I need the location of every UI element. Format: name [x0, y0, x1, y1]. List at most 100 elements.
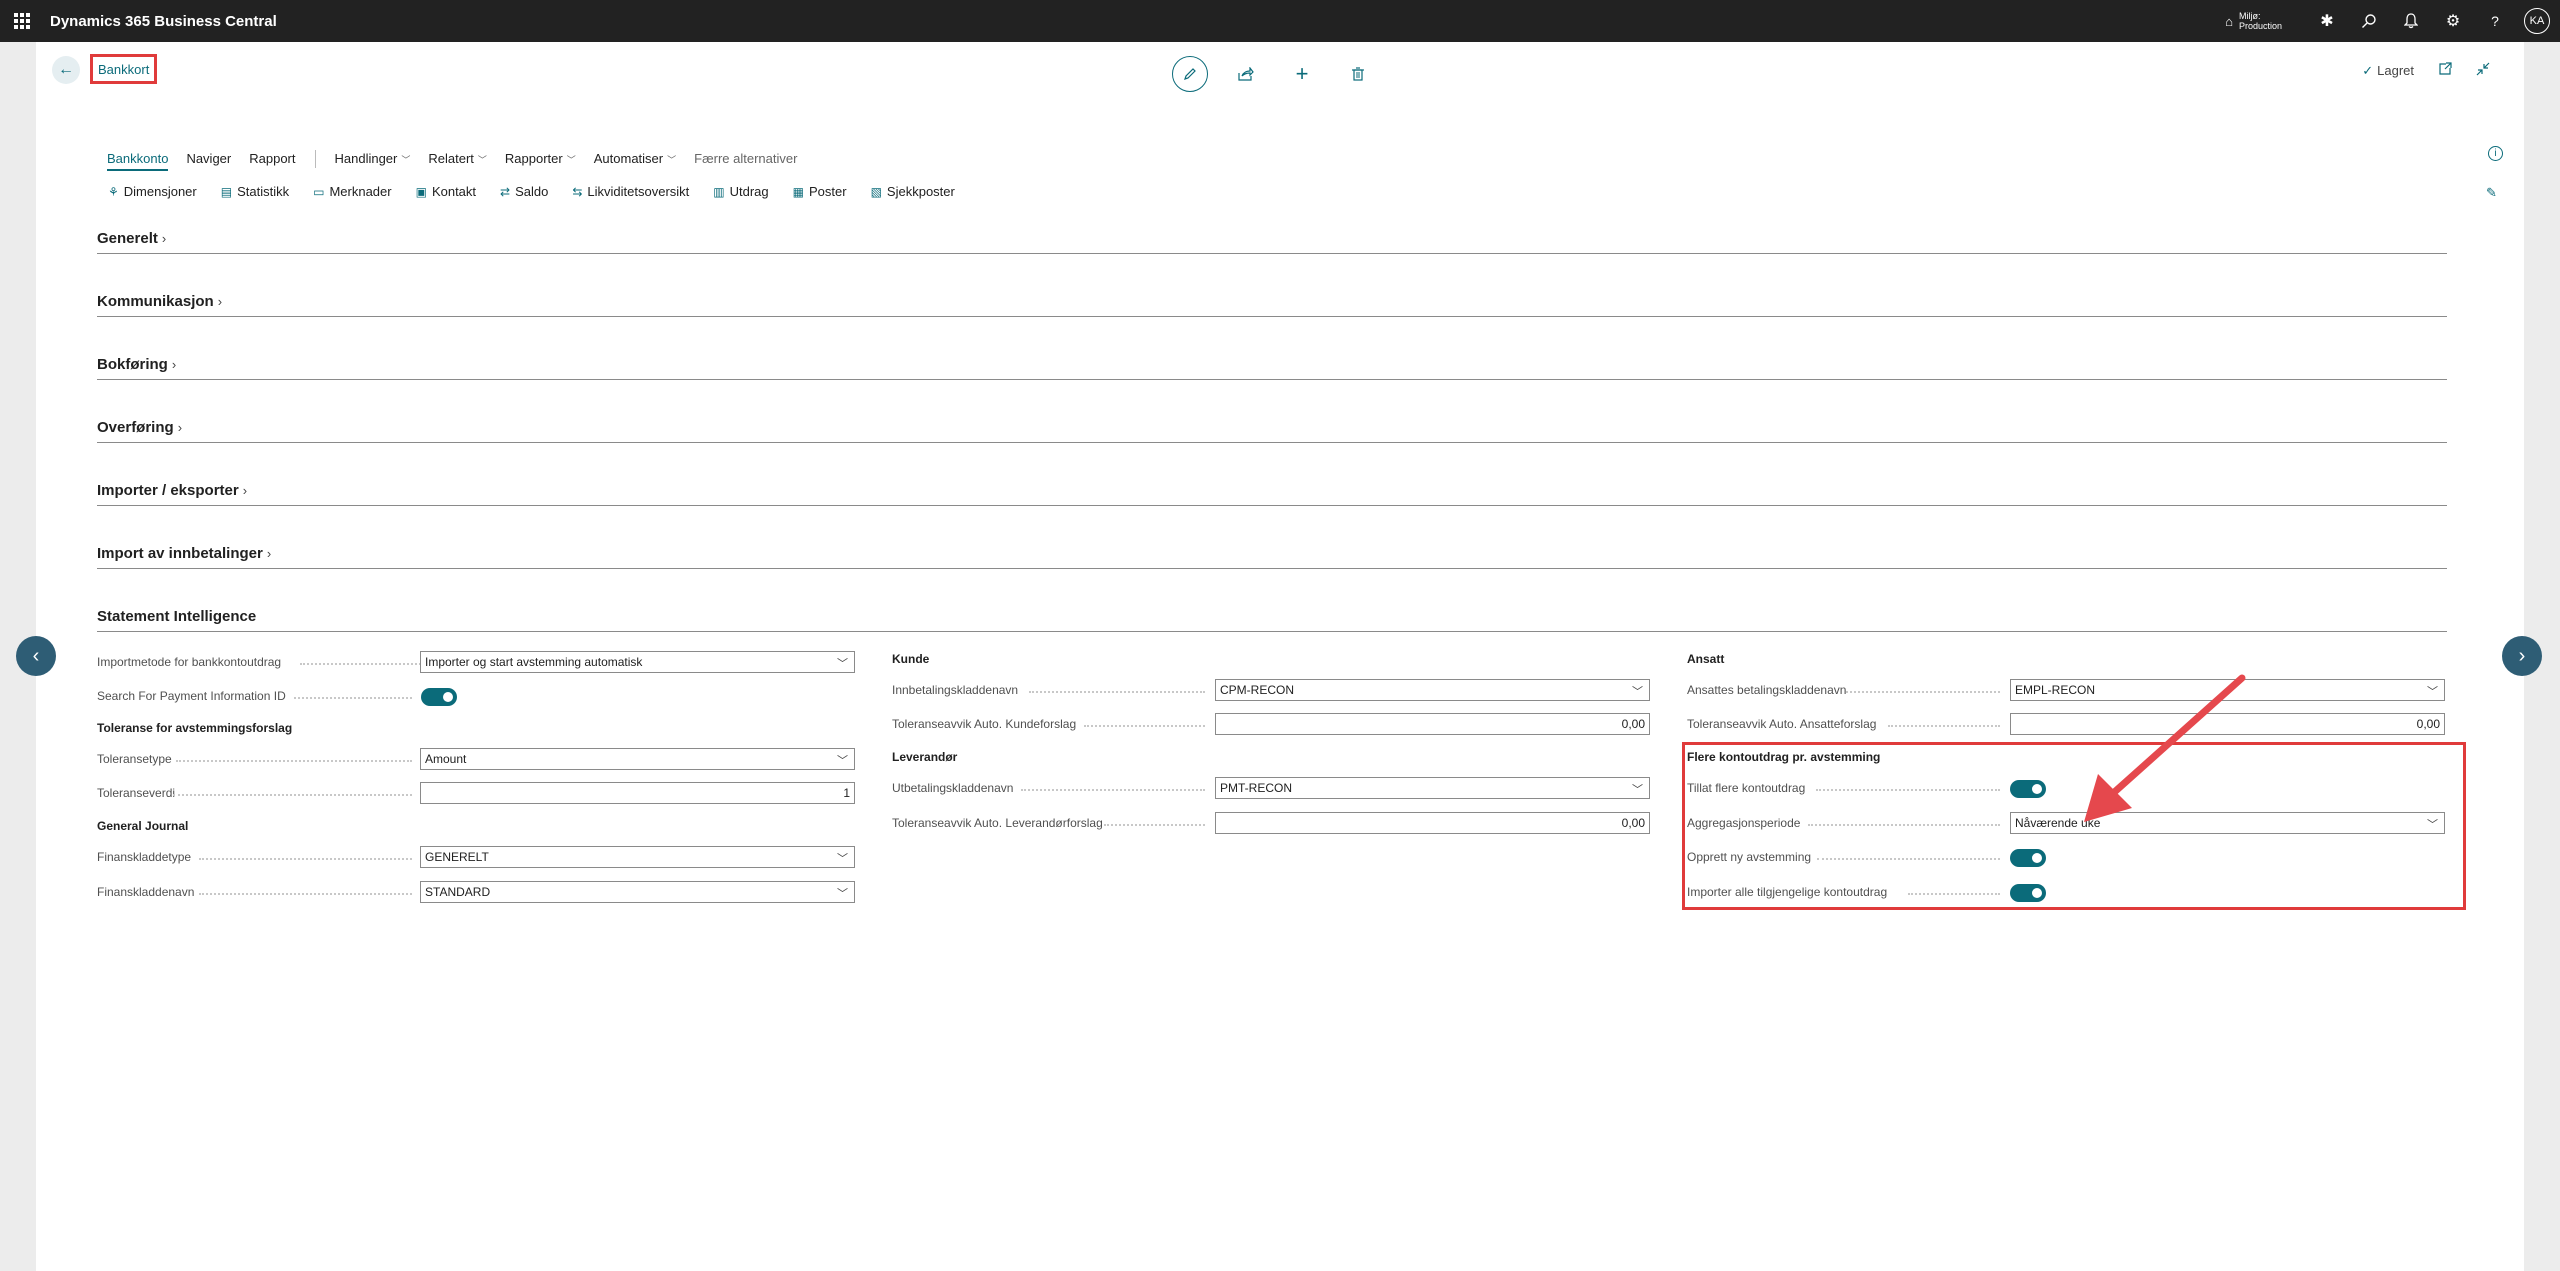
- kontakt-button[interactable]: ▣ Kontakt: [416, 184, 476, 199]
- toleransetype-value: Amount: [425, 752, 467, 766]
- page-panel: ← Bankkort + ✓ Lagret Bankkonto Naviger …: [36, 42, 2524, 1271]
- previous-record-button[interactable]: ‹: [16, 636, 56, 676]
- chevron-down-icon: ﹀: [477, 155, 487, 165]
- environment-label: Miljø:: [2238, 11, 2261, 21]
- search-payment-toggle[interactable]: [421, 688, 457, 706]
- liquidity-icon: ⇆: [572, 184, 583, 199]
- settings-gear-icon[interactable]: ⚙: [2432, 0, 2474, 42]
- user-avatar[interactable]: KA: [2524, 8, 2550, 34]
- collapse-icon[interactable]: [2476, 62, 2490, 79]
- delete-trash-icon[interactable]: [1340, 56, 1376, 92]
- fasttab-bokforing[interactable]: Bokføring ›: [97, 348, 2447, 380]
- finanskladdetype-select[interactable]: GENERELT ﹀: [420, 846, 855, 868]
- environment-icon: ⌂: [2225, 13, 2233, 29]
- leader-dots: [1846, 691, 2000, 693]
- dimensjoner-button[interactable]: ⚘ Dimensjoner: [108, 184, 197, 199]
- fasttab-importer-eksporter[interactable]: Importer / eksporter ›: [97, 474, 2447, 506]
- tab-handlinger[interactable]: Handlinger ﹀: [334, 151, 410, 166]
- environment-indicator[interactable]: ⌂ Miljø: Production: [2225, 11, 2282, 31]
- tab-bankkonto[interactable]: Bankkonto: [107, 151, 169, 171]
- add-new-icon[interactable]: +: [1284, 56, 1320, 92]
- back-arrow-icon[interactable]: ←: [52, 56, 80, 84]
- leader-dots: [1888, 725, 2000, 727]
- fasttab-import-innbetalinger-title: Import av innbetalinger: [97, 545, 263, 562]
- merknader-button[interactable]: ▭ Merknader: [313, 184, 391, 199]
- merknader-label: Merknader: [329, 184, 392, 199]
- tab-automatiser[interactable]: Automatiser ﹀: [594, 151, 676, 166]
- toleransetype-select[interactable]: Amount ﹀: [420, 748, 855, 770]
- toleranseverdi-input[interactable]: 1: [420, 782, 855, 804]
- tol-kunde-input[interactable]: 0,00: [1215, 713, 1650, 735]
- poster-label: Poster: [809, 184, 847, 199]
- contact-card-icon: ▣: [415, 184, 427, 199]
- chevron-down-icon: ﹀: [1632, 784, 1643, 796]
- statistikk-label: Statistikk: [237, 184, 290, 199]
- leverandor-group-title: Leverandør: [892, 750, 958, 764]
- info-icon[interactable]: i: [2488, 146, 2503, 161]
- utbetaling-label: Utbetalingskladdenavn: [892, 781, 1014, 795]
- sjekkposter-button[interactable]: ▧ Sjekkposter: [871, 184, 955, 199]
- copilot-icon[interactable]: ✱: [2306, 0, 2348, 42]
- tab-relatert[interactable]: Relatert ﹀: [428, 151, 487, 166]
- fasttab-statement-intelligence[interactable]: Statement Intelligence: [97, 600, 2447, 632]
- fasttab-import-innbetalinger[interactable]: Import av innbetalinger ›: [97, 537, 2447, 569]
- app-launcher-icon[interactable]: [14, 13, 30, 29]
- breadcrumb[interactable]: Bankkort: [90, 54, 158, 84]
- promoted-actions: ⚘ Dimensjoner ▤ Statistikk ▭ Merknader ▣ Kon…: [108, 184, 979, 199]
- open-new-window-icon[interactable]: [2438, 62, 2452, 79]
- general-journal-group-title: General Journal: [97, 819, 189, 833]
- notifications-bell-icon[interactable]: [2390, 0, 2432, 42]
- leader-dots: [1029, 691, 1205, 693]
- edit-pencil-icon[interactable]: [1172, 56, 1208, 92]
- tab-rapporter-label: Rapporter: [504, 151, 563, 166]
- innbetaling-label: Innbetalingskladdenavn: [892, 683, 1019, 697]
- tab-rapporter[interactable]: Rapporter ﹀: [505, 151, 576, 166]
- search-icon[interactable]: [2348, 0, 2390, 42]
- tab-naviger[interactable]: Naviger: [186, 151, 231, 166]
- saldo-label: Saldo: [515, 184, 549, 199]
- tol-lev-input[interactable]: 0,00: [1215, 812, 1650, 834]
- fasttab-generelt[interactable]: Generelt ›: [97, 222, 2447, 254]
- chevron-down-icon: ﹀: [837, 853, 848, 865]
- leader-dots: [199, 858, 412, 860]
- chevron-right-icon: ›: [171, 357, 177, 372]
- pin-icon[interactable]: ✎: [2486, 185, 2497, 201]
- next-record-button[interactable]: ›: [2502, 636, 2542, 676]
- poster-button[interactable]: ▦ Poster: [793, 184, 847, 199]
- importmetode-select[interactable]: Importer og start avstemming automatisk ﹀: [420, 651, 855, 673]
- saldo-button[interactable]: ⇄ Saldo: [500, 184, 548, 199]
- finanskladdetype-label: Finanskladdetype: [97, 850, 192, 864]
- app-title[interactable]: Dynamics 365 Business Central: [50, 13, 277, 30]
- tab-rapport[interactable]: Rapport: [249, 151, 295, 166]
- fasttab-kommunikasjon-title: Kommunikasjon: [97, 293, 214, 310]
- finanskladdenavn-select[interactable]: STANDARD ﹀: [420, 881, 855, 903]
- fewer-options-button[interactable]: Færre alternativer: [694, 151, 797, 166]
- toleranseverdi-label: Toleranseverdi: [97, 786, 176, 800]
- check-entries-icon: ▧: [870, 184, 882, 199]
- leader-dots: [176, 760, 412, 762]
- statistikk-button[interactable]: ▤ Statistikk: [221, 184, 289, 199]
- utdrag-button[interactable]: ▥ Utdrag: [713, 184, 768, 199]
- dimensjoner-label: Dimensjoner: [123, 184, 197, 199]
- fasttab-kommunikasjon[interactable]: Kommunikasjon ›: [97, 285, 2447, 317]
- innbetaling-select[interactable]: CPM-RECON ﹀: [1215, 679, 1650, 701]
- utbetaling-select[interactable]: PMT-RECON ﹀: [1215, 777, 1650, 799]
- leader-dots: [199, 893, 412, 895]
- likviditet-label: Likviditetsoversikt: [587, 184, 690, 199]
- chevron-down-icon: ﹀: [566, 155, 576, 165]
- divider: [315, 149, 317, 168]
- chevron-right-icon: ›: [242, 483, 248, 498]
- tab-relatert-label: Relatert: [428, 151, 474, 166]
- finanskladdetype-value: GENERELT: [425, 850, 489, 864]
- ansatt-group-title: Ansatt: [1687, 652, 1725, 666]
- search-payment-label: Search For Payment Information ID: [97, 689, 286, 703]
- likviditet-button[interactable]: ⇆ Likviditetsoversikt: [572, 184, 689, 199]
- fasttab-overforing[interactable]: Overføring ›: [97, 411, 2447, 443]
- utdrag-label: Utdrag: [729, 184, 769, 199]
- action-bar: Bankkonto Naviger Rapport Handlinger ﹀ Re…: [107, 146, 815, 171]
- share-icon[interactable]: [1228, 56, 1264, 92]
- chevron-right-icon: ›: [217, 294, 223, 309]
- help-icon[interactable]: ?: [2474, 0, 2516, 42]
- tol-ansatt-label: Toleranseavvik Auto. Ansatteforslag: [1687, 717, 1877, 731]
- annotation-arrow: [2084, 674, 2246, 822]
